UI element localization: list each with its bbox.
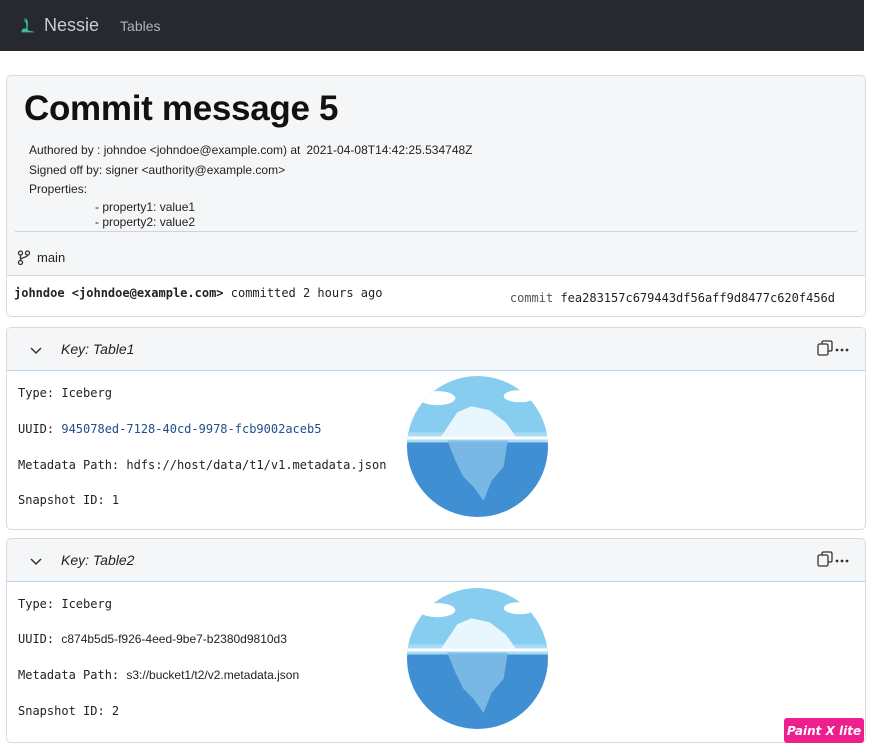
- table-card-header[interactable]: Key: Table1: [7, 328, 865, 371]
- table-metadata-row: Metadata Path: s3://bucket1/t2/v2.metada…: [18, 668, 299, 682]
- uuid-value[interactable]: c874b5d5-f926-4eed-9be7-b2380d9810d3: [61, 632, 287, 646]
- more-icon[interactable]: [835, 559, 849, 563]
- commit-title: Commit message 5: [24, 89, 339, 128]
- iceberg-icon: [407, 588, 548, 729]
- git-branch-icon: [17, 250, 31, 265]
- table-type: Type: Iceberg: [18, 386, 112, 400]
- brand[interactable]: Nessie: [16, 15, 99, 37]
- metadata-label: Metadata Path:: [18, 458, 127, 472]
- signed-off-line: Signed off by: signer <authority@example…: [29, 163, 286, 177]
- table-key-label: Key: Table1: [61, 341, 135, 357]
- commit-hash-line[interactable]: commit fea283157c679443df56aff9d8477c620…: [510, 291, 835, 305]
- table-snapshot: Snapshot ID: 2: [18, 704, 120, 718]
- commit-summary-row: johndoe <johndoe@example.com> committed …: [7, 275, 865, 316]
- property-item: - property1: value1: [95, 200, 196, 214]
- commit-hash-label: commit: [509, 291, 554, 305]
- table-snapshot: Snapshot ID: 1: [18, 493, 120, 507]
- top-navbar: Nessie Tables: [0, 0, 864, 51]
- divider: [15, 231, 857, 232]
- nav-link-tables[interactable]: Tables: [120, 18, 160, 34]
- more-icon[interactable]: [835, 348, 849, 352]
- chevron-down-icon[interactable]: [29, 343, 43, 357]
- uuid-link[interactable]: 945078ed-7128-40cd-9978-fcb9002aceb5: [61, 422, 321, 436]
- table-card-header[interactable]: Key: Table2: [7, 539, 865, 582]
- authored-by-line: Authored by : johndoe <johndoe@example.c…: [29, 143, 473, 157]
- commit-author: johndoe <johndoe@example.com>: [14, 286, 224, 300]
- properties-label: Properties:: [29, 182, 88, 196]
- commit-hash: fea283157c679443df56aff9d8477c620f456d: [560, 291, 835, 305]
- table-card: Key: Table2 Type: Iceberg UUID: c874b5d5…: [6, 538, 866, 743]
- paint-x-lite-badge[interactable]: Paint X lite: [784, 718, 864, 743]
- copy-icon[interactable]: [817, 551, 833, 567]
- brand-name: Nessie: [44, 15, 100, 35]
- property-item: - property2: value2: [95, 215, 196, 229]
- uuid-label: UUID:: [18, 422, 62, 436]
- table-card: Key: Table1 Type: Iceberg UUID: 945078ed…: [6, 327, 866, 530]
- commit-author-line: johndoe <johndoe@example.com> committed …: [14, 286, 382, 300]
- authored-time: 2021-04-08T14:42:25.534748Z: [306, 143, 473, 157]
- uuid-label: UUID:: [18, 632, 62, 646]
- table-uuid-row: UUID: 945078ed-7128-40cd-9978-fcb9002ace…: [18, 422, 321, 436]
- table-key-label: Key: Table2: [61, 552, 135, 568]
- branch-indicator[interactable]: main: [17, 250, 65, 265]
- authored-by-text: Authored by : johndoe <johndoe@example.c…: [29, 143, 301, 157]
- table-type: Type: Iceberg: [18, 597, 112, 611]
- metadata-path: hdfs://host/data/t1/v1.metadata.json: [126, 458, 387, 472]
- branch-name: main: [37, 250, 66, 265]
- table-uuid-row: UUID: c874b5d5-f926-4eed-9be7-b2380d9810…: [18, 632, 287, 646]
- chevron-down-icon[interactable]: [29, 554, 43, 568]
- iceberg-icon: [407, 376, 548, 517]
- metadata-path: s3://bucket1/t2/v2.metadata.json: [126, 668, 300, 682]
- metadata-label: Metadata Path:: [18, 668, 127, 682]
- table-metadata-row: Metadata Path: hdfs://host/data/t1/v1.me…: [18, 458, 386, 472]
- commit-header-card: Commit message 5 Authored by : johndoe <…: [6, 75, 866, 317]
- nessie-logo-icon: [21, 17, 35, 32]
- copy-icon[interactable]: [817, 340, 833, 356]
- commit-time-text: committed 2 hours ago: [223, 286, 383, 300]
